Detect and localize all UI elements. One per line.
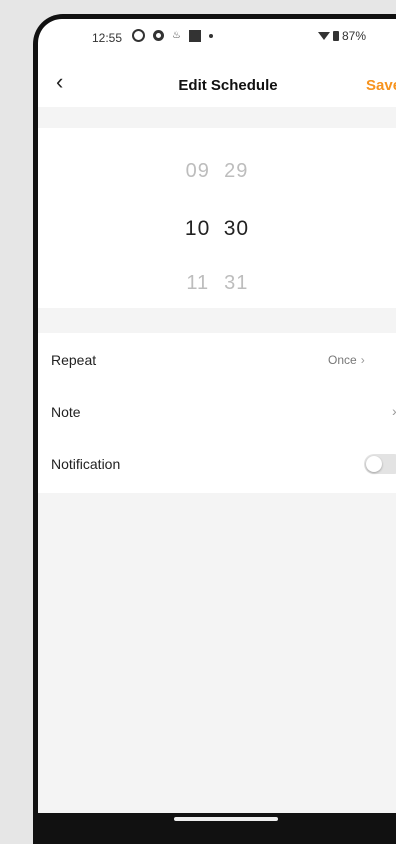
picker-hour: 11 [186,272,210,294]
wifi-icon [318,32,330,40]
notification-toggle[interactable] [364,454,396,474]
square-icon [188,29,201,42]
picker-hour: 09 [185,160,210,182]
picker-minute: 30 [223,217,250,240]
spacer-band [38,107,396,128]
github-icon [153,30,164,41]
bell-icon: ♨ [172,29,181,41]
status-right: 87% [318,29,366,43]
gesture-bar [38,813,396,830]
repeat-label: Repeat [51,352,97,368]
note-label: Note [51,404,81,420]
time-picker[interactable]: 09 29 10 30 11 31 [38,128,396,308]
circle-icon [132,29,145,42]
picker-hour: 10 [184,217,211,240]
picker-row[interactable]: 09 29 [38,160,396,183]
status-bar: 12:55 ♨ 87% [38,19,396,63]
chevron-right-icon: › [360,353,365,367]
chevron-right-icon: › [392,403,396,419]
app-screen: 12:55 ♨ 87% ‹ Edit Schedule Save 09 29 1… [38,19,396,830]
dot-icon [208,33,213,38]
save-button[interactable]: Save [366,77,396,94]
battery-icon [333,31,339,41]
picker-minute: 29 [224,160,249,182]
repeat-value-text: Once [328,353,357,367]
note-row[interactable]: Note › [38,385,396,437]
picker-minute: 31 [224,272,249,294]
notification-row: Notification [38,437,396,489]
toggle-knob [366,456,382,472]
top-nav: ‹ Edit Schedule Save [38,63,396,107]
picker-row-selected[interactable]: 10 30 [38,217,396,241]
home-indicator[interactable] [174,817,278,821]
status-time: 12:55 [92,31,123,45]
repeat-row[interactable]: Repeat Once › [38,333,396,385]
notification-icons: ♨ [132,29,213,42]
page-title: Edit Schedule [178,77,278,94]
spacer-band [38,308,396,333]
empty-area [38,493,396,813]
battery-percent: 87% [342,29,367,43]
notification-label: Notification [51,456,121,472]
picker-row[interactable]: 11 31 [38,272,396,295]
repeat-value: Once › [328,353,365,367]
